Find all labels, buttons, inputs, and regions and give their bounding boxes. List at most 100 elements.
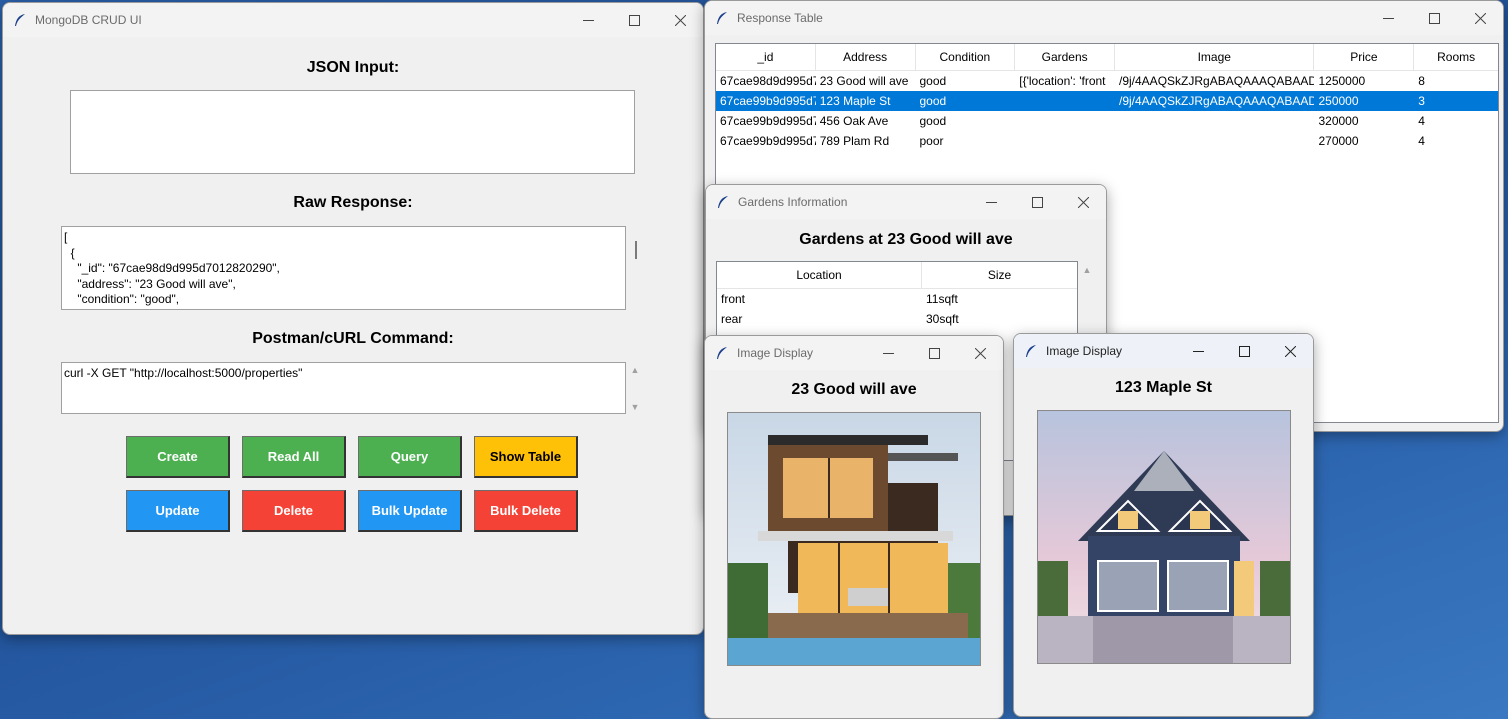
maximize-icon [628, 14, 640, 26]
curl-command-label: Postman/cURL Command: [252, 330, 454, 347]
cell-condition: good [919, 114, 947, 128]
column-header-address[interactable]: Address [816, 44, 916, 70]
cell-id: 67cae98d9d995d7 [720, 74, 816, 88]
cell-gardens [1015, 91, 1115, 111]
cell-price: 1250000 [1318, 74, 1366, 88]
minimize-button[interactable] [968, 185, 1014, 219]
cell-address: 123 Maple St [819, 94, 891, 108]
minimize-icon [985, 201, 997, 203]
close-button[interactable] [957, 336, 1003, 370]
response-table-titlebar[interactable]: Response Table [705, 1, 1503, 35]
minimize-button[interactable] [1365, 1, 1411, 35]
cell-condition: good [919, 74, 947, 88]
cell-address: 456 Oak Ave [819, 114, 889, 128]
maximize-icon [1428, 12, 1440, 24]
maximize-button[interactable] [611, 3, 657, 37]
cell-location: front [721, 292, 746, 306]
cell-rooms: 3 [1418, 94, 1425, 108]
feather-icon [15, 14, 25, 26]
maximize-button[interactable] [1014, 185, 1060, 219]
gardens-row[interactable]: rear 30sqft [717, 309, 1077, 329]
modern-house-image [727, 412, 981, 666]
bulk-delete-button[interactable]: Bulk Delete [474, 490, 578, 532]
show-table-button[interactable]: Show Table [474, 436, 578, 478]
curl-command-text[interactable]: curl -X GET "http://localhost:5000/prope… [61, 362, 626, 414]
cell-address: 23 Good will ave [819, 74, 909, 88]
close-icon [1474, 12, 1486, 24]
delete-button[interactable]: Delete [242, 490, 346, 532]
suburban-house-image [1037, 410, 1291, 664]
table-row[interactable]: 67cae98d9d995d7 23 Good will ave good [{… [716, 71, 1498, 91]
gardens-row[interactable]: front 11sqft [717, 289, 1077, 309]
column-header-size[interactable]: Size [922, 262, 1077, 288]
feather-icon [1026, 345, 1036, 357]
table-row[interactable]: 67cae99b9d995d7 456 Oak Ave good 320000 … [716, 111, 1498, 131]
cell-id: 67cae99b9d995d7 [720, 114, 816, 128]
minimize-icon [1382, 17, 1394, 19]
raw-response-text[interactable]: [ { "_id": "67cae98d9d995d7012820290", "… [61, 226, 626, 310]
maximize-button[interactable] [1221, 334, 1267, 368]
column-header-id[interactable]: _id [716, 44, 816, 70]
bulk-update-button[interactable]: Bulk Update [358, 490, 462, 532]
feather-icon [718, 196, 728, 208]
cell-location: rear [721, 312, 743, 326]
maximize-button[interactable] [911, 336, 957, 370]
close-button[interactable] [1267, 334, 1313, 368]
raw-response-label: Raw Response: [293, 194, 413, 211]
raw-response-scrollbar[interactable] [635, 241, 637, 259]
column-header-price[interactable]: Price [1314, 44, 1415, 70]
table-header: _id Address Condition Gardens Image Pric… [716, 44, 1498, 71]
close-button[interactable] [1457, 1, 1503, 35]
cell-size: 11sqft [926, 292, 958, 306]
image-window-1-heading: 23 Good will ave [791, 381, 917, 398]
maximize-icon [1031, 196, 1043, 208]
maximize-button[interactable] [1411, 1, 1457, 35]
scroll-up-icon[interactable]: ▲ [1082, 265, 1092, 275]
column-header-location[interactable]: Location [717, 262, 922, 288]
main-titlebar[interactable]: MongoDB CRUD UI [3, 3, 703, 37]
cell-price: 320000 [1318, 114, 1359, 128]
table-row-selected[interactable]: 67cae99b9d995d7 123 Maple St good /9j/4A… [716, 91, 1498, 111]
close-button[interactable] [657, 3, 703, 37]
cell-image: /9j/4AAQSkZJRgABAQAAAQABAAD, [1119, 74, 1315, 88]
gardens-titlebar[interactable]: Gardens Information [706, 185, 1106, 219]
cell-gardens [1015, 111, 1115, 131]
column-header-condition[interactable]: Condition [916, 44, 1016, 70]
column-header-rooms[interactable]: Rooms [1414, 44, 1498, 70]
cell-id: 67cae99b9d995d7 [720, 94, 816, 108]
read-all-button[interactable]: Read All [242, 436, 346, 478]
minimize-button[interactable] [1175, 334, 1221, 368]
query-button[interactable]: Query [358, 436, 462, 478]
cell-condition: good [919, 94, 947, 108]
minimize-button[interactable] [865, 336, 911, 370]
image-window-2-titlebar[interactable]: Image Display [1014, 334, 1313, 368]
close-icon [974, 347, 986, 359]
json-input-field[interactable] [70, 90, 635, 174]
minimize-button[interactable] [565, 3, 611, 37]
cell-size: 30sqft [926, 312, 959, 326]
table-row[interactable]: 67cae99b9d995d7 789 Plam Rd poor 270000 … [716, 131, 1498, 151]
cell-id: 67cae99b9d995d7 [720, 134, 816, 148]
close-icon [674, 14, 686, 26]
image-window-1-titlebar[interactable]: Image Display [705, 336, 1003, 370]
create-button[interactable]: Create [126, 436, 230, 478]
column-header-image[interactable]: Image [1115, 44, 1315, 70]
image-window-2-title: Image Display [1046, 344, 1123, 358]
update-button[interactable]: Update [126, 490, 230, 532]
main-window: MongoDB CRUD UI JSON Input: Raw Response… [2, 2, 704, 635]
feather-icon [717, 347, 727, 359]
cell-address: 789 Plam Rd [819, 134, 890, 148]
json-input-label: JSON Input: [306, 59, 400, 76]
cell-image [1115, 131, 1314, 151]
image-window-1-title: Image Display [737, 346, 814, 360]
column-header-gardens[interactable]: Gardens [1015, 44, 1115, 70]
gardens-heading: Gardens at 23 Good will ave [799, 231, 1013, 248]
cell-rooms: 4 [1418, 134, 1425, 148]
cell-condition: poor [919, 134, 944, 148]
scroll-down-icon[interactable]: ▼ [630, 402, 640, 412]
scroll-up-icon[interactable]: ▲ [630, 365, 640, 375]
image-window-1: Image Display 23 Good will ave [704, 335, 1004, 719]
cell-rooms: 8 [1418, 74, 1425, 88]
close-button[interactable] [1060, 185, 1106, 219]
minimize-icon [582, 19, 594, 21]
